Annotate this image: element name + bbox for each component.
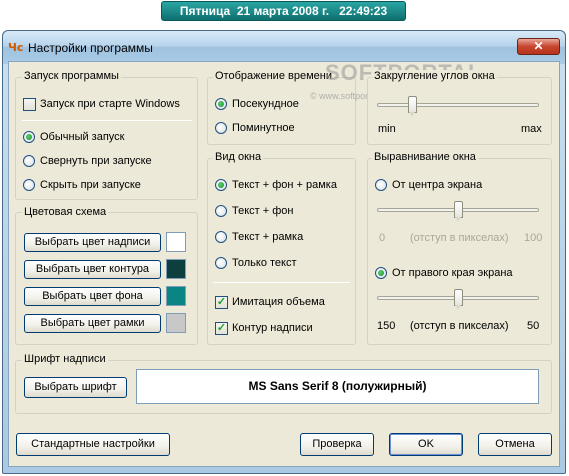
view-separator (213, 282, 350, 283)
text-outline-checkbox[interactable]: ✓ (215, 322, 228, 335)
volume-effect-label: Имитация объема (232, 296, 325, 308)
radio-normal-start-label: Обычный запуск (40, 131, 125, 143)
corner-max-label: max (521, 123, 542, 135)
text-color-swatch[interactable] (166, 232, 186, 252)
corner-min-label: min (378, 123, 396, 135)
center-caption: (отступ в пикселах) (410, 232, 509, 244)
test-button[interactable]: Проверка (300, 433, 374, 456)
corner-rounding-label: Закругление углов окна (372, 70, 497, 82)
background-color-button[interactable]: Выбрать цвет фона (24, 287, 161, 306)
center-slider-thumb[interactable] (453, 201, 463, 222)
outline-color-swatch[interactable] (166, 259, 186, 279)
radio-normal-start[interactable] (23, 131, 35, 143)
radio-per-minute[interactable] (215, 122, 227, 134)
radio-align-right-label: От правого края экрана (392, 267, 513, 279)
right-slider-thumb[interactable] (453, 289, 463, 310)
radio-text-bg-frame-label: Текст + фон + рамка (232, 179, 337, 191)
center-max-label: 100 (524, 232, 543, 244)
view-group-label: Вид окна (213, 151, 264, 163)
radio-text-only[interactable] (215, 257, 227, 269)
radio-text-bg[interactable] (215, 205, 227, 217)
radio-hide-start[interactable] (23, 179, 35, 191)
radio-text-only-label: Только текст (232, 257, 297, 269)
center-min-label: 0 (379, 232, 386, 244)
corner-slider-track[interactable] (377, 103, 539, 107)
frame-color-button[interactable]: Выбрать цвет рамки (24, 314, 161, 333)
radio-hide-start-label: Скрыть при запуске (40, 179, 141, 191)
frame-color-swatch[interactable] (166, 313, 186, 333)
corner-slider-thumb[interactable] (407, 96, 417, 117)
radio-align-right[interactable] (375, 267, 387, 279)
background-color-swatch[interactable] (166, 286, 186, 306)
radio-text-bg-frame[interactable] (215, 179, 227, 191)
outline-color-button[interactable]: Выбрать цвет контура (24, 260, 161, 279)
autostart-label: Запуск при старте Windows (40, 98, 180, 110)
radio-text-bg-label: Текст + фон (232, 205, 294, 217)
radio-minimize-start-label: Свернуть при запуске (40, 155, 152, 167)
text-outline-label: Контур надписи (232, 322, 313, 334)
defaults-button[interactable]: Стандартные настройки (16, 433, 170, 456)
choose-font-button[interactable]: Выбрать шрифт (24, 377, 127, 398)
startup-group-label: Запуск программы (22, 70, 121, 82)
autostart-checkbox[interactable] (23, 98, 36, 111)
radio-text-frame-label: Текст + рамка (232, 231, 304, 243)
radio-text-frame[interactable] (215, 231, 227, 243)
text-color-button[interactable]: Выбрать цвет надписи (24, 233, 161, 252)
cancel-button[interactable]: Отмена (478, 433, 552, 456)
clock-banner: Пятница 21 марта 2008 г. 22:49:23 (161, 1, 406, 21)
ok-button[interactable]: OK (389, 433, 463, 456)
time-display-group (207, 77, 356, 145)
radio-minimize-start[interactable] (23, 155, 35, 167)
font-preview: MS Sans Serif 8 (полужирный) (136, 369, 539, 404)
radio-per-second-label: Посекундное (232, 98, 299, 110)
right-min-label: 150 (377, 320, 396, 332)
volume-effect-checkbox[interactable]: ✓ (215, 296, 228, 309)
radio-align-center-label: От центра экрана (392, 179, 483, 191)
radio-per-minute-label: Поминутное (232, 122, 295, 134)
startup-separator (22, 120, 192, 121)
close-button[interactable]: ✕ (517, 38, 560, 55)
right-caption: (отступ в пикселах) (410, 320, 509, 332)
font-group-label: Шрифт надписи (22, 353, 108, 365)
window-title: Настройки программы (28, 41, 153, 55)
radio-per-second[interactable] (215, 98, 227, 110)
color-scheme-label: Цветовая схема (22, 206, 109, 218)
alignment-group-label: Выравнивание окна (372, 151, 478, 163)
right-max-label: 50 (527, 320, 540, 332)
time-display-label: Отображение времени (213, 70, 334, 82)
app-icon: Чс (8, 41, 24, 54)
radio-align-center[interactable] (375, 179, 387, 191)
